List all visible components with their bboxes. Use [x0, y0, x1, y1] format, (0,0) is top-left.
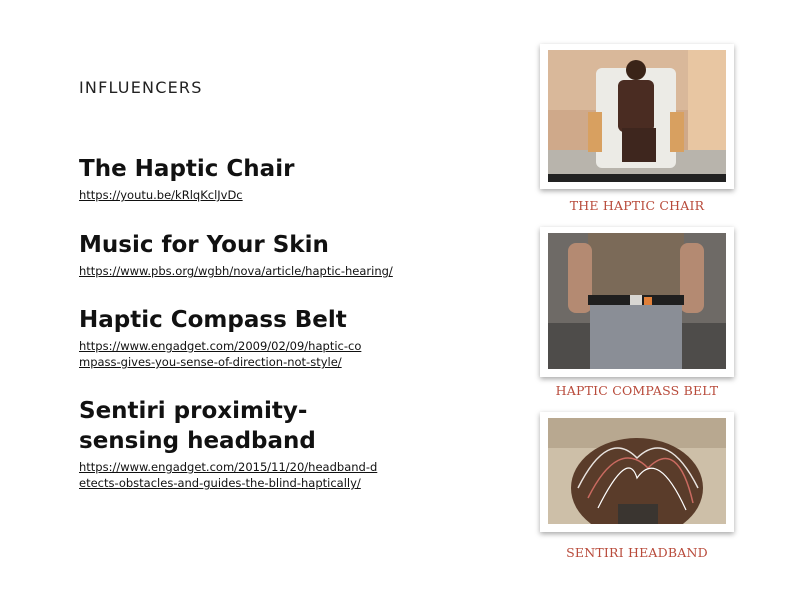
influencer-title: Sentiri proximity-sensing headband	[79, 398, 316, 454]
photo-sentiri-headband	[540, 412, 734, 532]
photo-compass-belt-image	[548, 233, 726, 369]
influencer-title: Music for Your Skin	[79, 232, 329, 258]
photo-sentiri-headband-image	[548, 418, 726, 524]
photo-caption: SENTIRI HEADBAND	[566, 545, 708, 560]
photo-haptic-chair-image	[548, 50, 726, 182]
influencer-link[interactable]: https://www.engadget.com/2015/11/20/head…	[79, 459, 379, 491]
influencer-item-sentiri-headband: Sentiri proximity-sensing headband https…	[79, 396, 379, 491]
influencer-link[interactable]: https://youtu.be/kRlqKclJvDc	[79, 187, 419, 203]
influencer-item-music-for-skin: Music for Your Skin https://www.pbs.org/…	[79, 230, 419, 279]
photo-haptic-chair	[540, 44, 734, 189]
influencer-item-compass-belt: Haptic Compass Belt https://www.engadget…	[79, 305, 369, 370]
influencer-item-haptic-chair: The Haptic Chair https://youtu.be/kRlqKc…	[79, 154, 419, 203]
photo-caption: HAPTIC COMPASS BELT	[555, 383, 719, 398]
influencer-link[interactable]: https://www.pbs.org/wgbh/nova/article/ha…	[79, 263, 419, 279]
photo-caption: THE HAPTIC CHAIR	[569, 198, 705, 213]
photo-compass-belt	[540, 227, 734, 377]
influencer-title: Haptic Compass Belt	[79, 307, 347, 333]
influencer-title: The Haptic Chair	[79, 156, 295, 182]
section-label: INFLUENCERS	[79, 78, 203, 97]
influencer-link[interactable]: https://www.engadget.com/2009/02/09/hapt…	[79, 338, 369, 370]
